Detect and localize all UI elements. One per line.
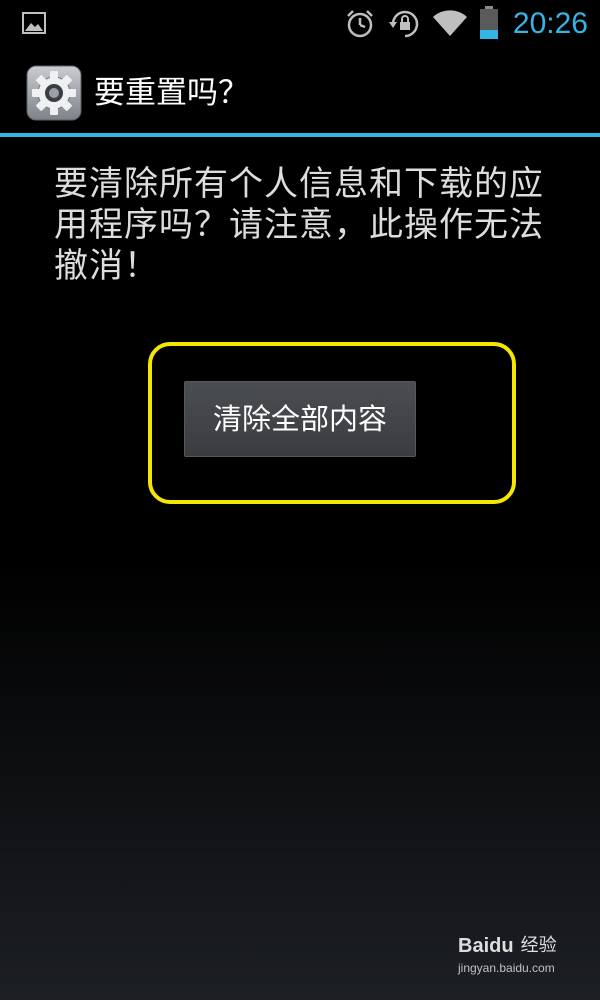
settings-gear-icon	[26, 65, 82, 121]
rotation-lock-icon	[388, 8, 422, 44]
watermark-url: jingyan.baidu.com	[458, 961, 555, 975]
baidu-jingyan-watermark: Baidu 经验 jingyan.baidu.com	[458, 934, 570, 978]
wifi-icon	[432, 8, 468, 42]
alarm-icon	[344, 8, 376, 44]
erase-everything-button[interactable]: 清除全部内容	[184, 381, 416, 457]
dialog-title-bar: 要重置吗？	[0, 52, 600, 134]
image-notification-icon	[22, 12, 46, 34]
battery-icon	[479, 6, 499, 44]
title-divider	[0, 133, 600, 137]
dialog-title: 要重置吗？	[94, 75, 249, 111]
status-clock: 20:26	[512, 7, 588, 40]
watermark-name: 经验	[520, 935, 557, 956]
status-bar: 20:26	[0, 0, 600, 48]
dialog-message: 要清除所有个人信息和下载的应用程序吗？请注意，此操作无法撤消！	[54, 164, 544, 286]
watermark-brand: Baidu	[458, 935, 514, 957]
